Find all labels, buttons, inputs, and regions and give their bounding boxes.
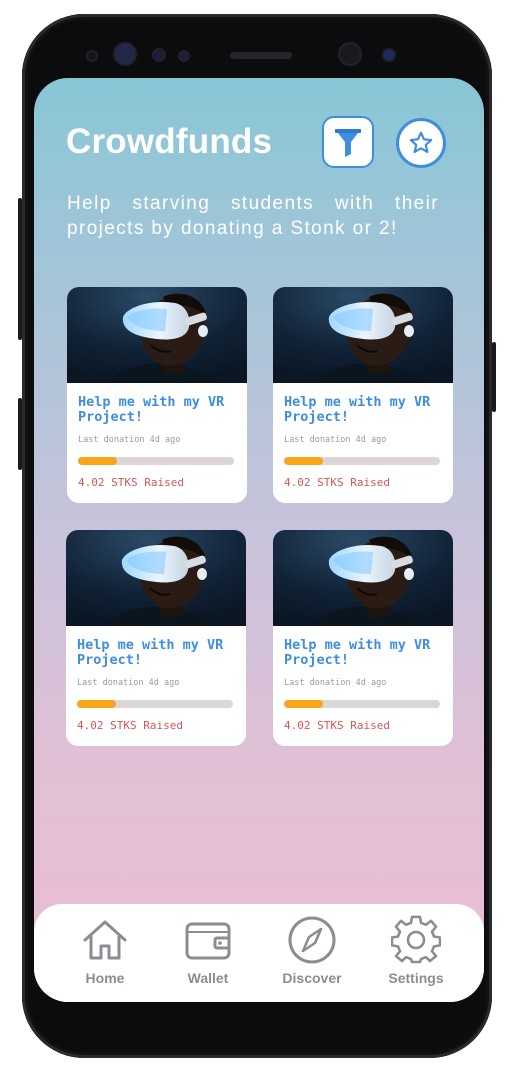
bixby-button <box>18 398 22 470</box>
volume-button <box>18 198 22 340</box>
page-subtitle: Help starving students with their projec… <box>67 193 439 239</box>
last-donation-text: Last donation 4d ago <box>284 435 387 445</box>
amount-raised-text: 4.02 STKS Raised <box>284 719 390 732</box>
card-title: Help me with my VR Project! <box>78 394 225 425</box>
tab-wallet[interactable]: Wallet <box>163 918 253 994</box>
page-title: Crowdfunds <box>66 122 273 161</box>
project-image <box>273 287 453 383</box>
crowdfund-card[interactable]: Help me with my VR Project! Last donatio… <box>273 287 453 503</box>
funding-progress-bar <box>77 700 233 708</box>
home-icon <box>83 920 127 960</box>
last-donation-text: Last donation 4d ago <box>78 435 181 445</box>
tab-discover[interactable]: Discover <box>267 916 357 994</box>
funding-progress-bar <box>284 457 440 465</box>
tab-home[interactable]: Home <box>60 918 150 994</box>
iris-scanner-icon <box>340 44 360 64</box>
filter-button[interactable] <box>322 116 374 168</box>
bottom-tab-bar: Home Wallet Discover Settings <box>34 904 484 1002</box>
amount-raised-text: 4.02 STKS Raised <box>78 476 184 489</box>
tab-settings[interactable]: Settings <box>371 915 461 994</box>
tab-wallet-label: Wallet <box>187 970 229 986</box>
sensor-icon <box>154 50 164 60</box>
tab-home-label: Home <box>85 970 125 986</box>
funding-progress-bar <box>78 457 234 465</box>
crowdfund-card[interactable]: Help me with my VR Project! Last donatio… <box>67 287 247 503</box>
last-donation-text: Last donation 4d ago <box>77 678 180 688</box>
crowdfund-card[interactable]: Help me with my VR Project! Last donatio… <box>273 530 453 746</box>
front-camera-icon <box>115 44 135 64</box>
sensor-icon <box>180 52 188 60</box>
project-image <box>66 530 246 626</box>
funding-progress-bar <box>284 700 440 708</box>
gear-icon <box>391 915 441 964</box>
tab-settings-label: Settings <box>388 970 444 986</box>
amount-raised-text: 4.02 STKS Raised <box>284 476 390 489</box>
power-button <box>492 342 496 412</box>
sensor-icon <box>88 52 96 60</box>
wallet-icon <box>185 922 231 960</box>
last-donation-text: Last donation 4d ago <box>284 678 387 688</box>
card-title: Help me with my VR Project! <box>284 394 431 425</box>
crowdfund-card[interactable]: Help me with my VR Project! Last donatio… <box>66 530 246 746</box>
card-title: Help me with my VR Project! <box>284 637 431 668</box>
compass-icon <box>288 916 336 964</box>
card-title: Help me with my VR Project! <box>77 637 224 668</box>
funding-progress-fill <box>78 457 117 465</box>
tab-discover-label: Discover <box>282 970 342 986</box>
sensor-icon <box>384 50 394 60</box>
funding-progress-fill <box>284 700 323 708</box>
favorites-button[interactable] <box>396 118 446 168</box>
earpiece <box>230 52 292 59</box>
funding-progress-fill <box>77 700 116 708</box>
amount-raised-text: 4.02 STKS Raised <box>77 719 183 732</box>
app-screen: Crowdfunds Help starving students with t… <box>34 78 484 1002</box>
star-icon <box>409 131 433 154</box>
project-image <box>273 530 453 626</box>
funding-progress-fill <box>284 457 323 465</box>
filter-icon <box>335 129 361 157</box>
project-image <box>67 287 247 383</box>
